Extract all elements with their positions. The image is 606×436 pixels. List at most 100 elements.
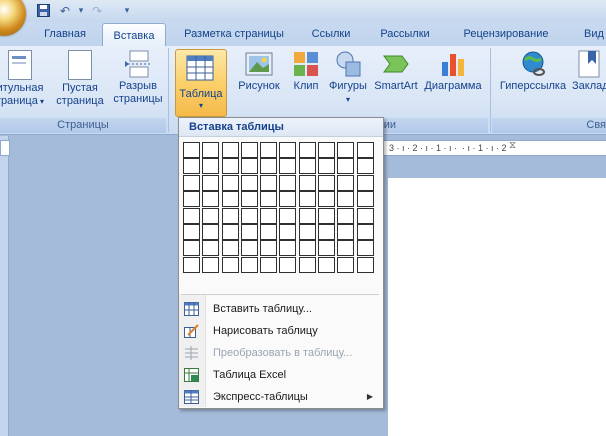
grid-cell[interactable] bbox=[337, 191, 355, 208]
redo-icon[interactable]: ↷ bbox=[88, 2, 106, 19]
grid-cell[interactable] bbox=[337, 142, 355, 158]
grid-cell[interactable] bbox=[240, 142, 258, 158]
grid-cell[interactable] bbox=[183, 207, 200, 224]
grid-cell[interactable] bbox=[221, 207, 239, 224]
grid-cell[interactable] bbox=[356, 240, 374, 257]
shapes-button[interactable]: Фигуры ▾ bbox=[326, 50, 370, 106]
grid-cell[interactable] bbox=[240, 240, 258, 257]
grid-cell[interactable] bbox=[202, 191, 220, 208]
chart-button[interactable]: Диаграмма bbox=[422, 50, 484, 93]
grid-cell[interactable] bbox=[279, 256, 297, 273]
grid-cell[interactable] bbox=[202, 158, 220, 175]
grid-cell[interactable] bbox=[183, 158, 200, 175]
grid-cell[interactable] bbox=[279, 240, 297, 257]
customize-qat-icon[interactable]: ▾ bbox=[118, 2, 136, 19]
tab-review[interactable]: Рецензирование bbox=[452, 22, 560, 46]
tab-references[interactable]: Ссылки bbox=[302, 22, 360, 46]
grid-cell[interactable] bbox=[298, 256, 316, 273]
grid-cell[interactable] bbox=[318, 240, 336, 257]
grid-cell[interactable] bbox=[279, 223, 297, 240]
table-size-grid[interactable] bbox=[183, 142, 374, 273]
grid-cell[interactable] bbox=[260, 256, 278, 273]
tab-page-layout[interactable]: Разметка страницы bbox=[176, 22, 292, 46]
grid-cell[interactable] bbox=[318, 207, 336, 224]
grid-cell[interactable] bbox=[202, 207, 220, 224]
grid-cell[interactable] bbox=[337, 174, 355, 191]
title-page-button[interactable]: итульная траница ▾ bbox=[0, 50, 48, 108]
grid-cell[interactable] bbox=[337, 256, 355, 273]
grid-cell[interactable] bbox=[240, 191, 258, 208]
grid-cell[interactable] bbox=[240, 207, 258, 224]
grid-cell[interactable] bbox=[356, 256, 374, 273]
grid-cell[interactable] bbox=[318, 223, 336, 240]
tab-selector[interactable] bbox=[0, 140, 10, 156]
grid-cell[interactable] bbox=[298, 240, 316, 257]
grid-cell[interactable] bbox=[337, 240, 355, 257]
grid-cell[interactable] bbox=[318, 142, 336, 158]
grid-cell[interactable] bbox=[356, 142, 374, 158]
document-page[interactable] bbox=[388, 178, 606, 436]
grid-cell[interactable] bbox=[221, 191, 239, 208]
table-button[interactable]: Таблица ▾ bbox=[175, 49, 227, 117]
grid-cell[interactable] bbox=[356, 223, 374, 240]
grid-cell[interactable] bbox=[183, 191, 200, 208]
grid-cell[interactable] bbox=[318, 191, 336, 208]
menu-item-draw-table[interactable]: Нарисовать таблицу bbox=[179, 320, 381, 342]
grid-cell[interactable] bbox=[240, 223, 258, 240]
grid-cell[interactable] bbox=[221, 256, 239, 273]
grid-cell[interactable] bbox=[183, 174, 200, 191]
grid-cell[interactable] bbox=[183, 240, 200, 257]
save-icon[interactable] bbox=[34, 2, 52, 19]
grid-cell[interactable] bbox=[260, 158, 278, 175]
clip-button[interactable]: Клип bbox=[288, 50, 324, 93]
grid-cell[interactable] bbox=[337, 158, 355, 175]
grid-cell[interactable] bbox=[318, 158, 336, 175]
grid-cell[interactable] bbox=[183, 256, 200, 273]
grid-cell[interactable] bbox=[279, 207, 297, 224]
grid-cell[interactable] bbox=[337, 207, 355, 224]
grid-cell[interactable] bbox=[260, 207, 278, 224]
hyperlink-button[interactable]: Гиперссылка bbox=[498, 50, 568, 93]
grid-cell[interactable] bbox=[202, 240, 220, 257]
tab-view[interactable]: Вид bbox=[574, 22, 606, 46]
grid-cell[interactable] bbox=[356, 191, 374, 208]
grid-cell[interactable] bbox=[202, 223, 220, 240]
grid-cell[interactable] bbox=[202, 142, 220, 158]
grid-cell[interactable] bbox=[279, 142, 297, 158]
grid-cell[interactable] bbox=[298, 223, 316, 240]
grid-cell[interactable] bbox=[240, 174, 258, 191]
picture-button[interactable]: Рисунок bbox=[234, 50, 284, 93]
bookmark-button[interactable]: Заклад bbox=[572, 50, 606, 93]
grid-cell[interactable] bbox=[279, 174, 297, 191]
grid-cell[interactable] bbox=[279, 158, 297, 175]
grid-cell[interactable] bbox=[298, 142, 316, 158]
blank-page-button[interactable]: Пустая страница bbox=[54, 50, 106, 108]
tab-home[interactable]: Главная bbox=[36, 22, 94, 46]
tab-mailings[interactable]: Рассылки bbox=[372, 22, 438, 46]
menu-item-insert-table[interactable]: Вставить таблицу... bbox=[179, 298, 381, 320]
grid-cell[interactable] bbox=[202, 256, 220, 273]
grid-cell[interactable] bbox=[260, 223, 278, 240]
indent-marker-icon[interactable]: ⧖ bbox=[509, 140, 516, 151]
menu-item-quick-tables[interactable]: Экспресс-таблицы ▶ bbox=[179, 386, 381, 408]
grid-cell[interactable] bbox=[183, 223, 200, 240]
grid-cell[interactable] bbox=[221, 158, 239, 175]
grid-cell[interactable] bbox=[221, 240, 239, 257]
grid-cell[interactable] bbox=[260, 174, 278, 191]
tab-insert[interactable]: Вставка bbox=[102, 23, 166, 48]
grid-cell[interactable] bbox=[356, 158, 374, 175]
page-break-button[interactable]: Разрыв страницы bbox=[110, 50, 166, 106]
grid-cell[interactable] bbox=[356, 174, 374, 191]
horizontal-ruler[interactable]: 3 · ı · 2 · ı · 1 · ı · · ı · 1 · ı · 2 … bbox=[380, 140, 606, 156]
grid-cell[interactable] bbox=[183, 142, 200, 158]
grid-cell[interactable] bbox=[221, 142, 239, 158]
smartart-button[interactable]: SmartArt bbox=[372, 50, 420, 93]
grid-cell[interactable] bbox=[221, 174, 239, 191]
grid-cell[interactable] bbox=[298, 191, 316, 208]
grid-cell[interactable] bbox=[202, 174, 220, 191]
grid-cell[interactable] bbox=[318, 174, 336, 191]
grid-cell[interactable] bbox=[240, 158, 258, 175]
grid-cell[interactable] bbox=[260, 240, 278, 257]
grid-cell[interactable] bbox=[298, 174, 316, 191]
grid-cell[interactable] bbox=[337, 223, 355, 240]
